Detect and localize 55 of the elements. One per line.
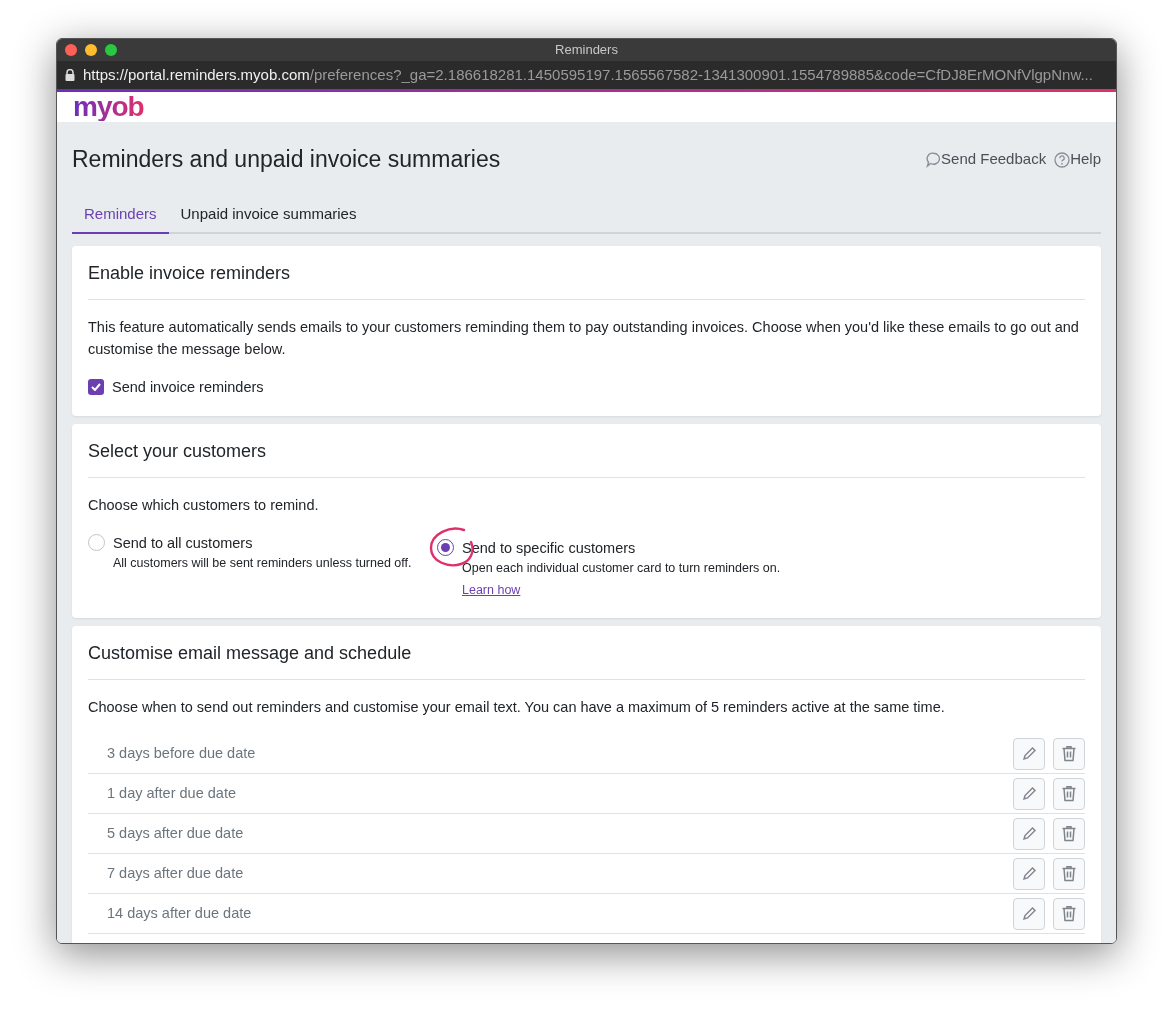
- pencil-icon: [1021, 905, 1037, 922]
- delete-button[interactable]: [1053, 857, 1085, 890]
- trash-icon: [1061, 745, 1077, 762]
- header-link[interactable]: Help: [1054, 148, 1101, 171]
- check-icon: [91, 382, 101, 391]
- radio-button[interactable]: [88, 533, 105, 551]
- pencil-icon: [1021, 745, 1037, 762]
- close-button[interactable]: [65, 44, 77, 56]
- pencil-icon: [1021, 785, 1037, 802]
- reminder-label: 5 days after due date: [107, 823, 244, 843]
- checkbox-label[interactable]: Send invoice reminders: [112, 375, 264, 398]
- card-title: Customise email message and schedule: [88, 640, 1085, 680]
- edit-button[interactable]: [1013, 897, 1045, 930]
- reminder-label: 7 days after due date: [107, 863, 244, 883]
- trash-icon: [1061, 785, 1077, 802]
- description-text: Choose which customers to remind.: [88, 495, 320, 515]
- delete-button[interactable]: [1053, 897, 1085, 930]
- pencil-icon: [1021, 865, 1037, 882]
- zoom-button[interactable]: [105, 44, 117, 56]
- edit-button[interactable]: [1013, 737, 1045, 770]
- description-text: Choose when to send out reminders and customise your email text. You can have a maximum of 5 reminders active at the same time.: [88, 698, 946, 717]
- edit-button[interactable]: [1013, 857, 1045, 890]
- delete-button[interactable]: [1053, 817, 1085, 850]
- tab[interactable]: Reminders: [72, 197, 169, 234]
- lock-icon: [65, 69, 75, 81]
- help-icon: [1054, 151, 1071, 168]
- edit-button[interactable]: [1013, 817, 1045, 850]
- delete-button[interactable]: [1053, 737, 1085, 770]
- reminder-label: 3 days before due date: [107, 743, 256, 763]
- logo: myob: [73, 93, 144, 121]
- speech-bubble-icon: [926, 151, 942, 168]
- reminder-label: 1 day after due date: [107, 783, 236, 803]
- delete-button[interactable]: [1053, 777, 1085, 810]
- reminder-label: 14 days after due date: [107, 903, 252, 923]
- hint-text: All customers will be sent reminders unless turned off.: [113, 554, 412, 572]
- hint-text: Open each individual customer card to turn reminders on.: [462, 559, 781, 577]
- checkbox[interactable]: [88, 378, 104, 395]
- page-title: Reminders and unpaid invoice summaries: [72, 145, 501, 174]
- trash-icon: [1061, 905, 1077, 922]
- tab[interactable]: Unpaid invoice summaries: [168, 197, 369, 234]
- window-title: Reminders: [555, 41, 618, 60]
- radio-label[interactable]: Send to all customers: [113, 531, 412, 554]
- card-title: Select your customers: [88, 437, 1085, 478]
- trash-icon: [1061, 825, 1077, 842]
- url-text[interactable]: https://portal.reminders.myob.com/preferences?_ga=2.186618281.1450595197.1565567582-1341300901.1554789885&code=CfDJ8ErMONfVlgpNnw...: [83, 63, 1093, 87]
- header-link[interactable]: Send Feedback: [926, 148, 1047, 171]
- trash-icon: [1061, 865, 1077, 882]
- description-text: This feature automatically sends emails to your customers reminding them to pay outstanding invoices. Choose when you'd like these emails to go out and customise the message below.: [88, 317, 1080, 359]
- radio-button[interactable]: [437, 538, 454, 556]
- card-title: Enable invoice reminders: [88, 259, 1085, 300]
- minimize-button[interactable]: [85, 44, 97, 56]
- learn-link[interactable]: Learn how: [462, 581, 521, 600]
- address-bar[interactable]: https://portal.reminders.myob.com/preferences?_ga=2.186618281.1450595197.1565567582-1341300901.1554789885&code=CfDJ8ErMONfVlgpNnw...: [57, 61, 1116, 89]
- pencil-icon: [1021, 825, 1037, 842]
- edit-button[interactable]: [1013, 777, 1045, 810]
